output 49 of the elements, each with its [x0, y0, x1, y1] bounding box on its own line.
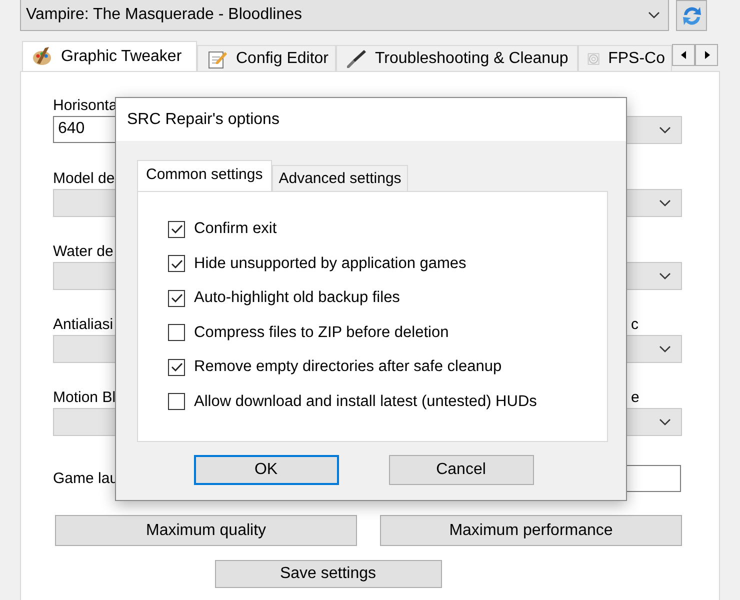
field-label: c: [631, 316, 638, 332]
palette-icon: [31, 46, 53, 68]
checkbox[interactable]: [168, 324, 185, 341]
checkbox-label: Hide unsupported by application games: [194, 254, 466, 272]
brush-icon: [345, 48, 367, 70]
refresh-button[interactable]: [676, 0, 707, 31]
check-icon: [170, 258, 182, 268]
check-icon: [170, 293, 182, 303]
dialog-title: SRC Repair's options: [127, 110, 280, 128]
chevron-down-icon: [659, 272, 671, 280]
dialog-button[interactable]: OK: [194, 455, 338, 485]
scroll-left-button[interactable]: [672, 44, 695, 66]
chevron-down-icon: [648, 11, 660, 19]
check-icon: [170, 362, 182, 372]
field-label: Antialiasi: [53, 316, 114, 332]
chevron-down-icon: [659, 418, 671, 426]
tab[interactable]: Graphic Tweaker: [22, 41, 197, 71]
chevron-down-icon: [659, 199, 671, 207]
chevron-down-icon: [659, 126, 671, 134]
tab[interactable]: Advanced settings: [272, 165, 408, 191]
checkbox-label: Compress files to ZIP before deletion: [194, 324, 449, 342]
checkbox[interactable]: [168, 255, 185, 272]
game-dropdown[interactable]: Vampire: The Masquerade - Bloodlines: [20, 0, 669, 31]
field-label: Motion Bl: [53, 388, 116, 406]
dialog-button[interactable]: Cancel: [388, 455, 534, 485]
field-label: Horisonta: [53, 96, 118, 114]
tab[interactable]: Config Editor: [197, 45, 336, 71]
preset-button[interactable]: Maximum quality: [55, 515, 357, 546]
chevron-down-icon: [659, 345, 671, 353]
checkbox[interactable]: [168, 393, 185, 410]
checkbox-label: Allow download and install latest (untested) HUDs: [194, 392, 537, 410]
triangle-right-icon: [704, 51, 710, 59]
checkbox[interactable]: [168, 220, 185, 238]
checkbox-label: Auto-highlight old backup files: [194, 289, 400, 307]
tab[interactable]: Common settings: [137, 160, 272, 191]
scroll-right-button[interactable]: [695, 44, 718, 66]
triangle-left-icon: [680, 51, 686, 59]
checkbox[interactable]: [168, 290, 185, 306]
tab[interactable]: FPS-Co: [578, 45, 672, 71]
tab[interactable]: Troubleshooting & Cleanup: [336, 45, 578, 71]
field-label: Water de: [53, 242, 114, 260]
preset-button[interactable]: Maximum performance: [380, 515, 682, 546]
checkbox-label: Remove empty directories after safe cleanup: [194, 358, 502, 376]
checkbox-label: Confirm exit: [194, 220, 277, 238]
check-icon: [170, 224, 182, 234]
save-button[interactable]: Save settings: [214, 560, 442, 588]
field-label: e: [631, 388, 640, 406]
field-label: Model de: [53, 170, 115, 186]
checkbox[interactable]: [168, 358, 185, 376]
